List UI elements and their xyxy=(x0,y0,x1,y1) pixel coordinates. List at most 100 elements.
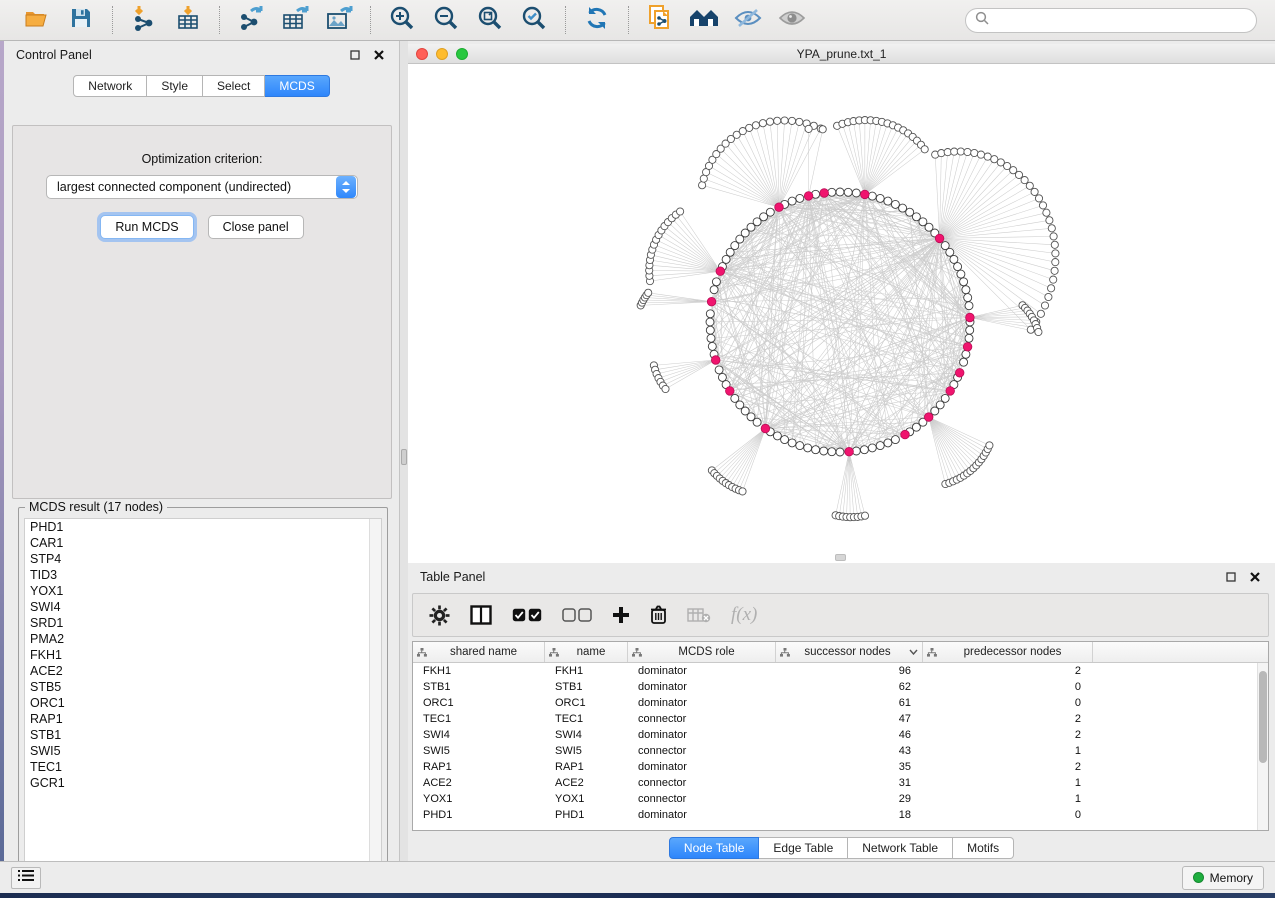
table-row[interactable]: FKH1FKH1dominator962 xyxy=(413,663,1268,679)
network-window-titlebar[interactable]: YPA_prune.txt_1 xyxy=(408,44,1275,64)
mcds-result-item[interactable]: PMA2 xyxy=(25,631,381,647)
mcds-result-item[interactable]: STB1 xyxy=(25,727,381,743)
tab-network-table[interactable]: Network Table xyxy=(848,837,953,859)
table-row[interactable]: ACE2ACE2connector311 xyxy=(413,775,1268,791)
show-all-button[interactable] xyxy=(773,4,811,36)
zoom-in-button[interactable] xyxy=(383,4,421,36)
canvas-splitter-handle[interactable] xyxy=(835,554,846,561)
mcds-result-item[interactable]: RAP1 xyxy=(25,711,381,727)
mcds-result-item[interactable]: YOX1 xyxy=(25,583,381,599)
export-table-button[interactable] xyxy=(276,4,314,36)
column-header-predecessor-nodes[interactable]: predecessor nodes xyxy=(923,642,1093,662)
mcds-result-list[interactable]: PHD1CAR1STP4TID3YOX1SWI4SRD1PMA2FKH1ACE2… xyxy=(24,518,382,873)
table-row[interactable]: TEC1TEC1connector472 xyxy=(413,711,1268,727)
close-table-panel-icon[interactable] xyxy=(1247,569,1263,585)
table-scrollbar[interactable] xyxy=(1257,663,1268,830)
select-stepper-icon xyxy=(336,176,356,198)
optimization-select-value: largest connected component (undirected) xyxy=(47,180,335,194)
close-panel-icon[interactable] xyxy=(371,47,387,63)
tab-style[interactable]: Style xyxy=(147,75,203,97)
zoom-selected-icon xyxy=(521,5,547,36)
table-row[interactable]: ORC1ORC1dominator610 xyxy=(413,695,1268,711)
import-network-icon xyxy=(131,5,157,36)
table-row[interactable]: YOX1YOX1connector291 xyxy=(413,791,1268,807)
import-network-button[interactable] xyxy=(125,4,163,36)
mcds-result-item[interactable]: ORC1 xyxy=(25,695,381,711)
table-cell: dominator xyxy=(628,729,776,741)
tab-mcds[interactable]: MCDS xyxy=(265,75,329,97)
mcds-result-item[interactable]: TEC1 xyxy=(25,759,381,775)
hide-selected-button[interactable] xyxy=(729,4,767,36)
desktop-wallpaper-bottom xyxy=(0,893,1275,898)
splitter-handle[interactable] xyxy=(401,449,407,465)
save-session-button[interactable] xyxy=(62,4,100,36)
table-cell: SWI5 xyxy=(545,745,628,757)
table-cell: 46 xyxy=(776,729,923,741)
show-column-button[interactable] xyxy=(470,605,492,625)
table-row[interactable]: STB1STB1dominator620 xyxy=(413,679,1268,695)
table-cell: connector xyxy=(628,713,776,725)
unselect-all-columns-button[interactable] xyxy=(562,608,592,622)
column-header-name[interactable]: name xyxy=(545,642,628,662)
export-network-button[interactable] xyxy=(232,4,270,36)
first-neighbors-button[interactable] xyxy=(685,4,723,36)
search-input[interactable] xyxy=(994,13,1247,27)
table-settings-button[interactable] xyxy=(429,605,450,626)
mcds-result-item[interactable]: FKH1 xyxy=(25,647,381,663)
table-row[interactable]: SWI5SWI5connector431 xyxy=(413,743,1268,759)
mcds-result-item[interactable]: SWI4 xyxy=(25,599,381,615)
tab-select[interactable]: Select xyxy=(203,75,265,97)
select-all-columns-button[interactable] xyxy=(512,608,542,622)
mcds-result-item[interactable]: STB5 xyxy=(25,679,381,695)
mcds-result-item[interactable]: TID3 xyxy=(25,567,381,583)
network-search-field[interactable] xyxy=(965,8,1257,33)
zoom-selected-button[interactable] xyxy=(515,4,553,36)
zoom-fit-button[interactable] xyxy=(471,4,509,36)
table-row[interactable]: PHD1PHD1dominator180 xyxy=(413,807,1268,823)
task-history-button[interactable] xyxy=(11,867,41,889)
apply-layout-button[interactable] xyxy=(578,4,616,36)
float-panel-icon[interactable] xyxy=(347,47,363,63)
mcds-result-item[interactable]: SRD1 xyxy=(25,615,381,631)
mcds-list-scrollbar[interactable] xyxy=(369,519,381,872)
network-graph[interactable] xyxy=(408,64,1275,562)
panel-splitter[interactable] xyxy=(400,41,408,861)
delete-table-button-disabled xyxy=(687,607,711,623)
tab-network[interactable]: Network xyxy=(73,75,147,97)
node-table: shared namenameMCDS rolesuccessor nodesp… xyxy=(412,641,1269,831)
zoom-fit-icon xyxy=(477,5,503,36)
table-cell: ORC1 xyxy=(413,697,545,709)
node-table-body: FKH1FKH1dominator962STB1STB1dominator620… xyxy=(413,663,1268,823)
table-row[interactable]: RAP1RAP1dominator352 xyxy=(413,759,1268,775)
table-cell: FKH1 xyxy=(545,665,628,677)
create-column-button[interactable] xyxy=(612,606,630,624)
import-table-button[interactable] xyxy=(169,4,207,36)
optimization-select[interactable]: largest connected component (undirected) xyxy=(46,175,358,199)
copy-network-icon xyxy=(647,4,673,37)
delete-columns-button[interactable] xyxy=(650,605,667,625)
memory-button[interactable]: Memory xyxy=(1182,866,1264,890)
mcds-result-item[interactable]: STP4 xyxy=(25,551,381,567)
float-table-panel-icon[interactable] xyxy=(1223,569,1239,585)
mcds-result-item[interactable]: PHD1 xyxy=(25,519,381,535)
control-panel-title: Control Panel xyxy=(16,48,92,62)
tab-motifs[interactable]: Motifs xyxy=(953,837,1014,859)
mcds-result-item[interactable]: GCR1 xyxy=(25,775,381,791)
column-header-MCDS-role[interactable]: MCDS role xyxy=(628,642,776,662)
mcds-result-item[interactable]: SWI5 xyxy=(25,743,381,759)
network-canvas[interactable] xyxy=(408,64,1275,562)
open-file-button[interactable] xyxy=(18,4,56,36)
export-image-button[interactable] xyxy=(320,4,358,36)
mcds-result-item[interactable]: ACE2 xyxy=(25,663,381,679)
column-header-successor-nodes[interactable]: successor nodes xyxy=(776,642,923,662)
run-mcds-button[interactable]: Run MCDS xyxy=(100,215,193,239)
table-scrollbar-thumb[interactable] xyxy=(1259,671,1267,763)
tab-node-table[interactable]: Node Table xyxy=(669,837,760,859)
mcds-result-item[interactable]: CAR1 xyxy=(25,535,381,551)
table-row[interactable]: SWI4SWI4dominator462 xyxy=(413,727,1268,743)
column-header-shared-name[interactable]: shared name xyxy=(413,642,545,662)
zoom-out-button[interactable] xyxy=(427,4,465,36)
tab-edge-table[interactable]: Edge Table xyxy=(759,837,848,859)
close-panel-button[interactable]: Close panel xyxy=(208,215,304,239)
new-network-from-selection-button[interactable] xyxy=(641,4,679,36)
